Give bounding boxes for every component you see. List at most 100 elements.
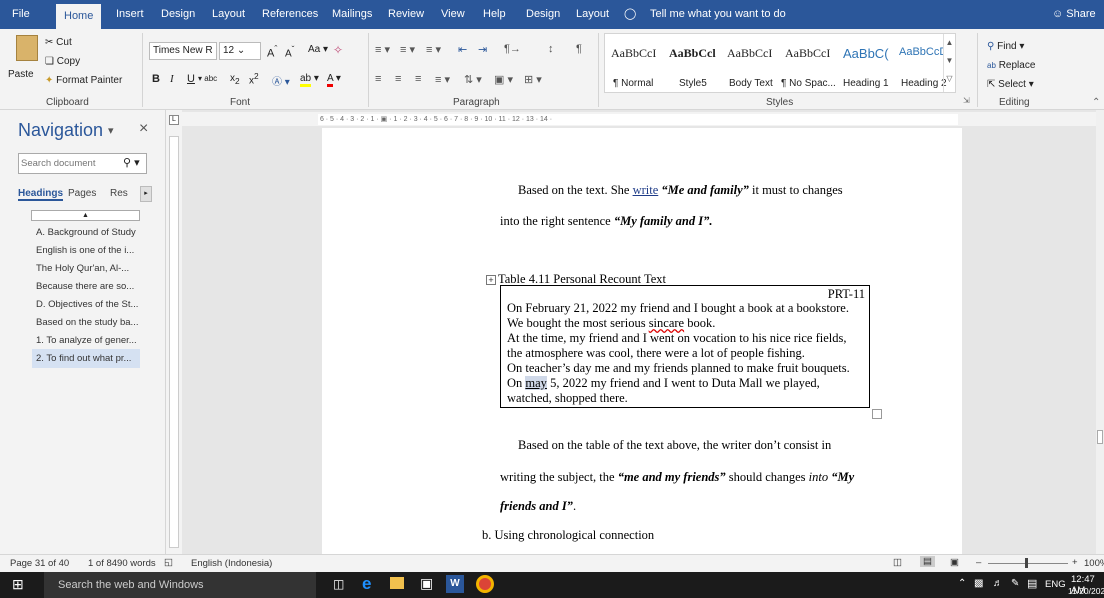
style-heading1-preview[interactable]: AaBbC( [843,46,889,61]
tab-table-design[interactable]: Design [526,0,560,29]
nav-options-icon[interactable]: ▾ [108,124,114,137]
borders-icon[interactable]: ⊞ ▾ [524,73,542,86]
italic-button[interactable]: I [170,73,174,85]
clock-date[interactable]: 11/20/2023 [1068,586,1104,596]
tab-headings[interactable]: Headings [18,188,64,201]
ltr-icon[interactable]: ¶→ [504,43,521,55]
cut-button[interactable]: ✂ Cut [45,37,72,48]
style-body-text-name[interactable]: Body Text [729,78,773,89]
word-count[interactable]: 1 of 8490 words [88,558,156,569]
bullets-icon[interactable]: ≡ ▾ [375,43,390,56]
spelling-flag-sincare[interactable]: sincare [649,316,684,330]
align-right-icon[interactable]: ≡ [415,73,421,85]
grammar-flag-write[interactable]: write [633,183,659,197]
nav-heading-item[interactable]: The Holy Qur'an, Al-... [36,263,129,274]
justify-icon[interactable]: ≡ ▾ [435,73,450,86]
tab-home[interactable]: Home [56,4,102,29]
change-case-button[interactable]: Aa ▾ [308,44,328,55]
highlight-button[interactable]: ab ▾ [300,73,319,87]
line-spacing-icon[interactable]: ⇅ ▾ [464,73,482,86]
text-effects-icon[interactable]: Ⓐ ▾ [272,73,290,88]
tabs-scroll-right-icon[interactable]: ▸ [140,186,152,202]
share-button[interactable]: ☺ Share [1052,0,1096,29]
style-heading2-preview[interactable]: AaBbCcD [899,46,943,58]
styles-launcher-icon[interactable]: ⇲ [963,96,970,105]
style-no-spacing-preview[interactable]: AaBbCcI [785,46,830,61]
language[interactable]: English (Indonesia) [191,558,272,569]
volume-icon[interactable]: ♬ [993,578,1003,589]
tab-references[interactable]: References [262,0,318,29]
tab-file[interactable]: File [12,0,30,29]
collapse-ribbon-icon[interactable]: ⌃ [1092,97,1100,108]
superscript-button[interactable]: x2 [249,71,259,86]
shading-icon[interactable]: ▣ ▾ [494,73,513,86]
web-layout-icon[interactable]: ▣ [950,557,959,568]
zoom-out-icon[interactable]: – [976,557,981,568]
tab-review[interactable]: Review [388,0,424,29]
tab-table-layout[interactable]: Layout [576,0,609,29]
edge-icon[interactable]: e [362,574,371,594]
nav-heading-item[interactable]: A. Background of Study [36,227,136,238]
styles-scroll[interactable]: ▲ ▼ ▽ [943,34,955,92]
zoom-slider[interactable] [988,563,1068,564]
paste-icon[interactable] [16,35,38,61]
read-mode-icon[interactable]: ◫ [893,557,902,568]
taskbar-search-box[interactable]: Search the web and Windows [44,572,316,598]
selected-text-may[interactable]: may [525,376,547,390]
search-document-box[interactable]: ⚲ ▾ [18,153,147,174]
chrome-icon[interactable] [476,575,494,593]
font-size-box[interactable]: 12 ⌄ [219,42,261,60]
nav-heading-item[interactable]: D. Objectives of the St... [36,299,138,310]
tab-design[interactable]: Design [161,0,195,29]
zoom-in-icon[interactable]: + [1072,557,1078,568]
select-button[interactable]: ⇱ Select ▾ [987,79,1034,90]
tab-insert[interactable]: Insert [116,0,144,29]
sort-icon[interactable]: ↕ [548,43,554,55]
store-icon[interactable]: ▣ [420,575,433,592]
task-view-icon[interactable]: ◫ [333,577,344,591]
input-language[interactable]: ENG [1045,579,1066,590]
document-page[interactable]: Based on the text. She write “Me and fam… [322,128,962,554]
show-formatting-icon[interactable]: ¶ [576,43,582,55]
subscript-button[interactable]: x2 [230,73,240,86]
close-icon[interactable]: × [139,120,148,138]
word-app-icon[interactable]: W [446,575,464,593]
print-layout-icon[interactable]: ▤ [920,556,935,567]
strikethrough-button[interactable]: ▾ abc [198,74,217,83]
style-normal-preview[interactable]: AaBbCcI [611,46,656,61]
nav-heading-item[interactable]: 1. To analyze of gener... [36,335,137,346]
vertical-scrollbar[interactable] [1096,110,1104,554]
shrink-font-button[interactable]: Aˇ [285,44,294,59]
search-icon[interactable]: ⚲ ▾ [123,156,140,169]
align-center-icon[interactable]: ≡ [395,73,401,85]
nav-heading-item[interactable]: Based on the study ba... [36,317,138,328]
page-count[interactable]: Page 31 of 40 [10,558,69,569]
style-style5-name[interactable]: Style5 [679,78,707,89]
search-input[interactable] [21,156,113,171]
tab-layout[interactable]: Layout [212,0,245,29]
notification-icon[interactable]: ▤ [1027,577,1037,590]
tab-results[interactable]: Res [110,188,128,199]
network-icon[interactable]: ▩ [974,578,983,589]
pen-icon[interactable]: ✎ [1011,578,1019,589]
style-body-text-preview[interactable]: AaBbCcI [727,46,772,61]
bold-button[interactable]: B [152,73,160,85]
tab-help[interactable]: Help [483,0,506,29]
file-explorer-icon[interactable] [390,577,404,589]
tab-mailings[interactable]: Mailings [332,0,372,29]
nav-heading-item-selected[interactable]: 2. To find out what pr... [32,349,140,368]
style-normal-name[interactable]: ¶ Normal [613,78,653,89]
style-heading1-name[interactable]: Heading 1 [843,78,889,89]
proofing-icon[interactable]: ◱ [164,557,173,568]
replace-button[interactable]: ab Replace [987,60,1035,71]
style-heading2-name[interactable]: Heading 2 [901,78,947,89]
tab-view[interactable]: View [441,0,465,29]
show-hidden-icons[interactable]: ⌃ [958,578,966,589]
find-button[interactable]: ⚲ Find ▾ [987,41,1024,52]
tab-pages[interactable]: Pages [68,188,96,199]
font-name-box[interactable]: Times New R [149,42,217,60]
underline-button[interactable]: U [187,73,195,85]
format-painter-button[interactable]: ✦ Format Painter [45,75,122,86]
multilevel-list-icon[interactable]: ≡ ▾ [426,43,441,56]
decrease-indent-icon[interactable]: ⇤ [458,43,467,56]
